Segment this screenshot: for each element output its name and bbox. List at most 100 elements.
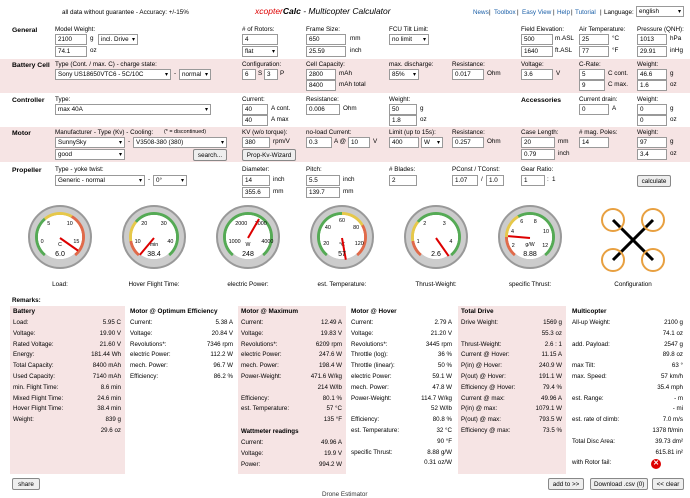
battery-volt-input[interactable]: 3.6 — [521, 69, 553, 80]
controller-weight-g[interactable]: 50 — [389, 104, 417, 115]
motor-manufacturer-select[interactable]: SunnySky — [55, 137, 125, 148]
result-label: Efficiency: — [351, 416, 380, 424]
result-value: 63 ° — [671, 362, 683, 370]
press-hpa-input[interactable]: 1013 — [637, 34, 667, 45]
calculate-button[interactable]: calculate — [637, 175, 671, 187]
blades-input[interactable]: 2 — [389, 175, 417, 186]
link-tutorial[interactable]: Tutorial — [575, 9, 596, 16]
download-csv-button[interactable]: Download .csv (0) — [590, 478, 648, 490]
kv-unit: rpm/V — [273, 138, 290, 145]
config-p-input[interactable]: 3 — [264, 69, 278, 80]
link-help[interactable]: Help — [557, 9, 570, 16]
capacity-input[interactable]: 2800 — [306, 69, 336, 80]
gauge-tick-label: 30 — [160, 221, 167, 228]
pitch-in-input[interactable]: 5.5 — [306, 175, 340, 186]
controller-weight-oz[interactable]: 1.8 — [389, 115, 417, 126]
motor-res-unit: Ohm — [487, 138, 501, 145]
press-inhg-input[interactable]: 29.91 — [637, 46, 667, 57]
noload-v-input[interactable]: 10 — [348, 137, 370, 148]
kv-input[interactable]: 380 — [242, 137, 270, 148]
add-to-button[interactable]: add to >> — [548, 478, 584, 490]
limit-unit-select[interactable]: W — [421, 137, 443, 148]
motor-weight-g[interactable]: 97 — [637, 137, 667, 148]
result-label: Hover Flight Time: — [13, 405, 64, 413]
config-s-input[interactable]: 6 — [242, 69, 256, 80]
crate-max-input[interactable]: 9 — [579, 80, 605, 91]
diam-in-input[interactable]: 14 — [242, 175, 270, 186]
controller-res-input[interactable]: 0.006 — [306, 104, 340, 115]
prop-kv-wizard-button[interactable]: Prop-Kv-Wizard — [242, 149, 296, 161]
temp-f-input[interactable]: 77 — [579, 46, 609, 57]
result-value: 5.95 C — [102, 319, 121, 326]
model-weight-input[interactable]: 2100 — [55, 34, 87, 45]
frame-mm-input[interactable]: 650 — [306, 34, 346, 45]
case-in-input[interactable]: 0.79 — [521, 149, 555, 160]
controller-current-max[interactable]: 40 — [242, 115, 268, 126]
gauge-2: 1000 2000 3000 4000 W 248 — [216, 205, 280, 269]
temp-f-unit: °F — [612, 47, 619, 54]
temp-c-input[interactable]: 25 — [579, 34, 609, 45]
charge-state-select[interactable]: normal — [179, 69, 211, 80]
gauge-4: 1 2 3 4 2.6 — [404, 205, 468, 269]
prop-type-select[interactable]: Generic - normal — [55, 175, 145, 186]
share-button[interactable]: share — [12, 478, 40, 490]
battery-type-select[interactable]: Sony US18650VTC6 - 5C/10C — [55, 69, 171, 80]
frame-in-input[interactable]: 25.59 — [306, 46, 346, 57]
rotors-input[interactable]: 4 — [242, 34, 278, 45]
result-label: Efficiency @ max: — [461, 427, 511, 434]
result-title: Multicopter — [572, 308, 607, 315]
motor-weight-oz[interactable]: 3.4 — [637, 149, 667, 160]
gauge-tick-label: 2000 — [235, 221, 248, 228]
case-mm-input[interactable]: 20 — [521, 137, 555, 148]
result-value: 6209 rpm — [315, 340, 342, 348]
link-toolbox[interactable]: Toolbox — [494, 9, 516, 16]
clear-button[interactable]: << clear — [652, 478, 684, 490]
pconst-input[interactable]: 1.07 — [452, 175, 478, 186]
case-mm-unit: mm — [558, 138, 569, 145]
limit-input[interactable]: 400 — [389, 137, 419, 148]
result-title: Battery — [13, 308, 36, 315]
acc-weight-g[interactable]: 0 — [637, 104, 667, 115]
motor-res-input[interactable]: 0.257 — [452, 137, 484, 148]
temp-c-unit: °C — [612, 35, 620, 42]
motor-cooling-select[interactable]: good — [55, 149, 125, 160]
fcu-select[interactable]: no limit — [389, 34, 429, 45]
gear-input[interactable]: 1 — [521, 175, 545, 186]
model-weight-oz[interactable]: 74.1 — [55, 46, 87, 57]
acc-weight-oz[interactable]: 0 — [637, 115, 667, 126]
language-select[interactable]: english — [636, 6, 684, 17]
controller-type-label: Type: — [55, 96, 71, 103]
gauge-label: Thrust-Weight: — [415, 281, 457, 288]
gear-colon: : — [547, 176, 549, 183]
motor-res-label: Resistance: — [452, 129, 485, 136]
prop-twist-select[interactable]: 0° — [153, 175, 187, 186]
battery-weight-g[interactable]: 46.6 — [637, 69, 667, 80]
link-news[interactable]: News — [473, 9, 489, 16]
pitch-mm-input[interactable]: 139.7 — [306, 187, 340, 198]
crate-cont-input[interactable]: 5 — [579, 69, 605, 80]
result-value: 198.4 W — [318, 362, 342, 370]
brand-prefix: xcopter — [255, 6, 283, 16]
tconst-input[interactable]: 1.0 — [486, 175, 504, 186]
result-label: mech. Power: — [351, 383, 389, 391]
drive-select[interactable]: incl. Drive — [98, 34, 138, 45]
motor-search-button[interactable]: search... — [193, 149, 227, 161]
controller-current-max-unit: A max — [271, 116, 289, 123]
battery-res-input[interactable]: 0.017 — [452, 69, 484, 80]
controller-type-select[interactable]: max 40A — [55, 104, 211, 115]
discharge-select[interactable]: 85% — [389, 69, 419, 80]
result-value: 19.9 V — [324, 449, 342, 457]
acc-current-input[interactable]: 0 — [579, 104, 609, 115]
motor-type-select[interactable]: V3508-380 (380) — [133, 137, 227, 148]
link-easy-view[interactable]: Easy View — [522, 9, 551, 16]
diam-mm-input[interactable]: 355.6 — [242, 187, 270, 198]
noload-a-input[interactable]: 0.3 — [306, 137, 332, 148]
elev-m-input[interactable]: 500 — [521, 34, 553, 45]
poles-input[interactable]: 14 — [579, 137, 609, 148]
elev-ft-input[interactable]: 1640 — [521, 46, 553, 57]
frame-type-select[interactable]: flat — [242, 46, 278, 57]
gear-ratio-2: 1 — [552, 176, 556, 183]
controller-current-cont[interactable]: 40 — [242, 104, 268, 115]
result-value: 47.8 W — [432, 383, 452, 391]
battery-weight-oz[interactable]: 1.6 — [637, 80, 667, 91]
